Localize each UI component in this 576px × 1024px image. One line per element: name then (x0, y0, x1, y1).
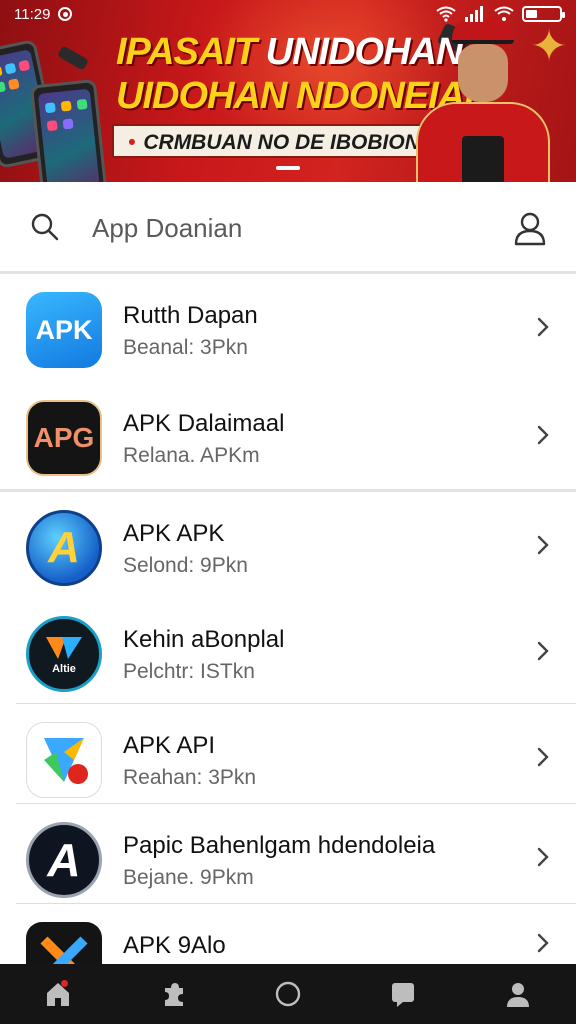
nav-messages[interactable] (373, 964, 433, 1024)
app-name: Rutth Dapan (123, 302, 258, 329)
app-name: Kehin aBonplal (123, 626, 285, 653)
apk-dark-icon: APG (26, 400, 102, 476)
search-bar (0, 182, 576, 274)
app-subtitle: Selond: 9Pkn (123, 554, 248, 577)
phone-image (29, 78, 109, 182)
signal-icon (465, 6, 483, 22)
list-item[interactable]: APK 9Alo (0, 904, 576, 964)
app-name: APK API (123, 732, 216, 759)
list-item[interactable]: APK API Reahan: 3Pkn (0, 704, 576, 804)
app-subtitle: Beanal: 3Pkn (123, 336, 248, 359)
nav-apps[interactable] (143, 964, 203, 1024)
banner-page-indicator (276, 166, 300, 170)
chevron-right-icon[interactable] (532, 846, 554, 868)
kehin-logo-icon (46, 637, 82, 659)
list-item[interactable]: A APK APK Selond: 9Pkn (0, 492, 576, 598)
notification-dot (60, 980, 68, 987)
puzzle-icon (164, 983, 183, 1006)
app-store-a-icon: A (26, 510, 102, 586)
status-time: 11:29 (14, 5, 51, 23)
status-bar: 11:29 (0, 0, 576, 28)
app-name: Papic Bahenlgam hdendoleia (123, 832, 436, 859)
wifi-icon (494, 6, 514, 21)
garuda-emblem-icon: ✦ (530, 22, 568, 71)
battery-icon (522, 6, 565, 22)
list-item[interactable]: Altie Kehin aBonplal Pelchtr: ISTkn (0, 598, 576, 704)
chevron-right-icon[interactable] (532, 746, 554, 768)
papic-app-icon: A (26, 822, 102, 898)
nav-home[interactable] (28, 964, 88, 1024)
chevron-right-icon[interactable] (532, 932, 554, 954)
app-subtitle: Reahan: 3Pkn (123, 766, 257, 789)
promo-banner[interactable]: 11:29 IPASAIT UNIDOHAN UIDOHAN NDONEIAI … (0, 0, 576, 182)
list-item[interactable]: APG APK Dalaimaal Relana. APKm (0, 382, 576, 492)
app-subtitle: Relana. APKm (123, 444, 260, 467)
notification-icon (58, 7, 73, 21)
app-subtitle: Bejane. 9Pkm (123, 866, 254, 889)
list-item[interactable]: APK Rutth Dapan Beanal: 3Pkn (0, 274, 576, 382)
app-list: APK Rutth Dapan Beanal: 3Pkn APG APK Dal… (0, 274, 576, 964)
chevron-right-icon[interactable] (532, 316, 554, 338)
apk-colorful-icon (26, 722, 102, 798)
app-name: APK APK (123, 520, 225, 547)
banner-title-line1: IPASAIT (116, 31, 266, 73)
app-name: APK Dalaimaal (123, 410, 285, 437)
app-subtitle: Pelchtr: ISTkn (123, 660, 255, 683)
nav-profile[interactable] (488, 964, 548, 1024)
chevron-right-icon[interactable] (532, 424, 554, 446)
chevron-right-icon[interactable] (532, 640, 554, 662)
profile-icon (507, 983, 530, 1007)
nav-center[interactable] (258, 964, 318, 1024)
profile-icon[interactable] (512, 210, 548, 246)
wifi-icon (436, 6, 456, 22)
chat-icon (392, 983, 415, 1007)
kehin-app-icon: Altie (26, 616, 102, 692)
camera-image (57, 45, 89, 71)
list-item[interactable]: A Papic Bahenlgam hdendoleia Bejane. 9Pk… (0, 804, 576, 904)
circle-icon (275, 981, 301, 1007)
apk-blue-icon: APK (26, 292, 102, 368)
bottom-navigation (0, 964, 576, 1024)
search-icon[interactable] (30, 212, 60, 242)
app-name: APK 9Alo (123, 932, 226, 959)
search-input[interactable] (92, 210, 472, 246)
apk-x-icon (26, 922, 102, 964)
chevron-right-icon[interactable] (532, 534, 554, 556)
